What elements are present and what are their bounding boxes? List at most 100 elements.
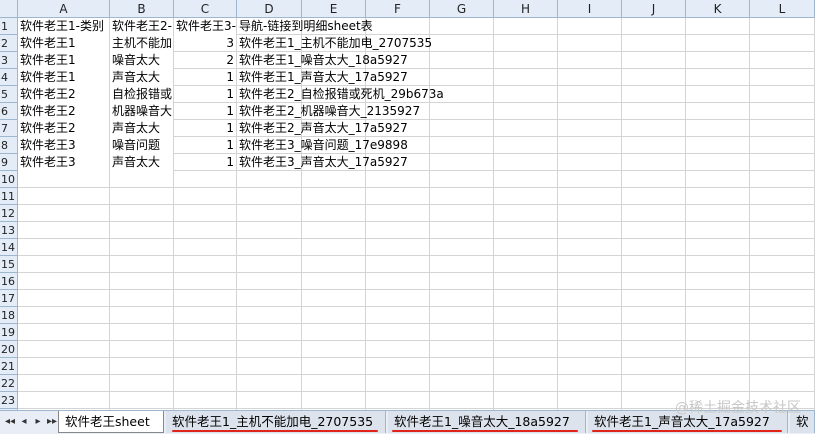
- column-header-B[interactable]: B: [110, 0, 174, 18]
- prev-sheet-icon[interactable]: ◂: [18, 414, 30, 430]
- row-header-10[interactable]: 10: [0, 171, 18, 188]
- gridline-horizontal: [18, 255, 815, 256]
- gridline-horizontal: [18, 289, 815, 290]
- spreadsheet-grid[interactable]: ABCDEFGHIJKL 1 2 3 4 5 6 7 8 9 10 11 12 13 14 15 16 17 18…: [0, 0, 815, 410]
- row-header-12[interactable]: 12: [0, 205, 18, 222]
- row-header-5[interactable]: 5: [0, 86, 18, 103]
- cell-B7[interactable]: 声音太大: [110, 120, 173, 137]
- column-header-D[interactable]: D: [237, 0, 302, 18]
- cell-A8[interactable]: 软件老王3: [18, 137, 109, 154]
- row-header-15[interactable]: 15: [0, 256, 18, 273]
- row-header-11[interactable]: 11: [0, 188, 18, 205]
- row-header-20[interactable]: 20: [0, 341, 18, 358]
- column-header-F[interactable]: F: [366, 0, 430, 18]
- cell-A9[interactable]: 软件老王3: [18, 154, 109, 171]
- row-header-22[interactable]: 22: [0, 375, 18, 392]
- row-header-13[interactable]: 13: [0, 222, 18, 239]
- cell-A6[interactable]: 软件老王2: [18, 103, 109, 120]
- cell-A1[interactable]: 软件老王1-类别: [18, 18, 109, 35]
- cell-D4[interactable]: 软件老王1_声音太大_17a5927: [237, 69, 537, 86]
- cell-A3[interactable]: 软件老王1: [18, 52, 109, 69]
- gridline-horizontal: [18, 374, 815, 375]
- gridline-horizontal: [18, 221, 815, 222]
- cell-D8[interactable]: 软件老王3_噪音问题_17e9898: [237, 137, 537, 154]
- cell-A7[interactable]: 软件老王2: [18, 120, 109, 137]
- cell-D6[interactable]: 软件老王2_机器噪音大_2135927: [237, 103, 537, 120]
- cell-B3[interactable]: 噪音太大: [110, 52, 173, 69]
- gridline-horizontal: [18, 357, 815, 358]
- select-all-corner[interactable]: [0, 0, 18, 18]
- gridline-horizontal: [18, 340, 815, 341]
- cell-C2[interactable]: 3: [174, 35, 236, 52]
- tab2-red-underline: [392, 430, 578, 432]
- row-header-8[interactable]: 8: [0, 137, 18, 154]
- cell-D7[interactable]: 软件老王2_声音太大_17a5927: [237, 120, 537, 137]
- gridline-horizontal: [18, 238, 815, 239]
- cell-A4[interactable]: 软件老王1: [18, 69, 109, 86]
- cell-D9[interactable]: 软件老王3_声音太大_17a5927: [237, 154, 537, 171]
- row-header-6[interactable]: 6: [0, 103, 18, 120]
- row-header-23[interactable]: 23: [0, 392, 18, 409]
- cell-C8[interactable]: 1: [174, 137, 236, 154]
- row-header-17[interactable]: 17: [0, 290, 18, 307]
- row-header-4[interactable]: 4: [0, 69, 18, 86]
- column-header-A[interactable]: A: [18, 0, 110, 18]
- gridline-horizontal: [18, 204, 815, 205]
- sheet-tab-4[interactable]: 软: [790, 411, 815, 433]
- gridline-vertical: [685, 18, 686, 410]
- first-sheet-icon[interactable]: ◂◂: [4, 414, 16, 430]
- cell-B9[interactable]: 声音太大: [110, 154, 173, 171]
- cell-C3[interactable]: 2: [174, 52, 236, 69]
- tab1-red-underline: [172, 430, 378, 432]
- gridline-horizontal: [18, 272, 815, 273]
- column-header-H[interactable]: H: [494, 0, 558, 18]
- cell-C9[interactable]: 1: [174, 154, 236, 171]
- column-header-J[interactable]: J: [622, 0, 686, 18]
- cell-B6[interactable]: 机器噪音大: [110, 103, 173, 120]
- gridline-horizontal: [18, 323, 815, 324]
- cell-B8[interactable]: 噪音问题: [110, 137, 173, 154]
- cell-C4[interactable]: 1: [174, 69, 236, 86]
- row-header-7[interactable]: 7: [0, 120, 18, 137]
- gridline-horizontal: [18, 187, 815, 188]
- row-header-18[interactable]: 18: [0, 307, 18, 324]
- cell-B2[interactable]: 主机不能加: [110, 35, 173, 52]
- row-header-3[interactable]: 3: [0, 52, 18, 69]
- cell-C1[interactable]: 软件老王3-: [174, 18, 236, 35]
- row-header-16[interactable]: 16: [0, 273, 18, 290]
- cell-B4[interactable]: 声音太大: [110, 69, 173, 86]
- cell-A2[interactable]: 软件老王1: [18, 35, 109, 52]
- gridline-horizontal: [18, 306, 815, 307]
- column-header-E[interactable]: E: [302, 0, 366, 18]
- column-header-K[interactable]: K: [686, 0, 750, 18]
- row-header-1[interactable]: 1: [0, 18, 18, 35]
- row-header-14[interactable]: 14: [0, 239, 18, 256]
- row-header-19[interactable]: 19: [0, 324, 18, 341]
- cell-D2[interactable]: 软件老王1_主机不能加电_2707535: [237, 35, 537, 52]
- cell-D3[interactable]: 软件老王1_噪音太大_18a5927: [237, 52, 537, 69]
- gridline-horizontal: [18, 391, 815, 392]
- gridline-vertical: [621, 18, 622, 410]
- cell-A5[interactable]: 软件老王2: [18, 86, 109, 103]
- cell-D5[interactable]: 软件老王2_自检报错或死机_29b673a: [237, 86, 537, 103]
- row-header-2[interactable]: 2: [0, 35, 18, 52]
- next-sheet-icon[interactable]: ▸: [32, 414, 44, 430]
- sheet-tab-main[interactable]: 软件老王sheet: [58, 411, 164, 433]
- cell-B5[interactable]: 自检报错或: [110, 86, 173, 103]
- sheet-nav-buttons: ◂◂ ◂ ▸ ▸▸: [4, 414, 58, 430]
- cell-D1[interactable]: 导航-链接到明细sheet表: [237, 18, 537, 35]
- column-header-C[interactable]: C: [174, 0, 237, 18]
- cell-C6[interactable]: 1: [174, 103, 236, 120]
- gridline-horizontal: [18, 408, 815, 409]
- column-header-G[interactable]: G: [430, 0, 494, 18]
- row-header-21[interactable]: 21: [0, 358, 18, 375]
- last-sheet-icon[interactable]: ▸▸: [46, 414, 58, 430]
- gridline-vertical: [749, 18, 750, 410]
- row-header-9[interactable]: 9: [0, 154, 18, 171]
- cell-C5[interactable]: 1: [174, 86, 236, 103]
- column-header-I[interactable]: I: [558, 0, 622, 18]
- cell-B1[interactable]: 软件老王2-: [110, 18, 173, 35]
- column-header-L[interactable]: L: [750, 0, 815, 18]
- cell-C7[interactable]: 1: [174, 120, 236, 137]
- tab3-red-underline: [592, 430, 782, 432]
